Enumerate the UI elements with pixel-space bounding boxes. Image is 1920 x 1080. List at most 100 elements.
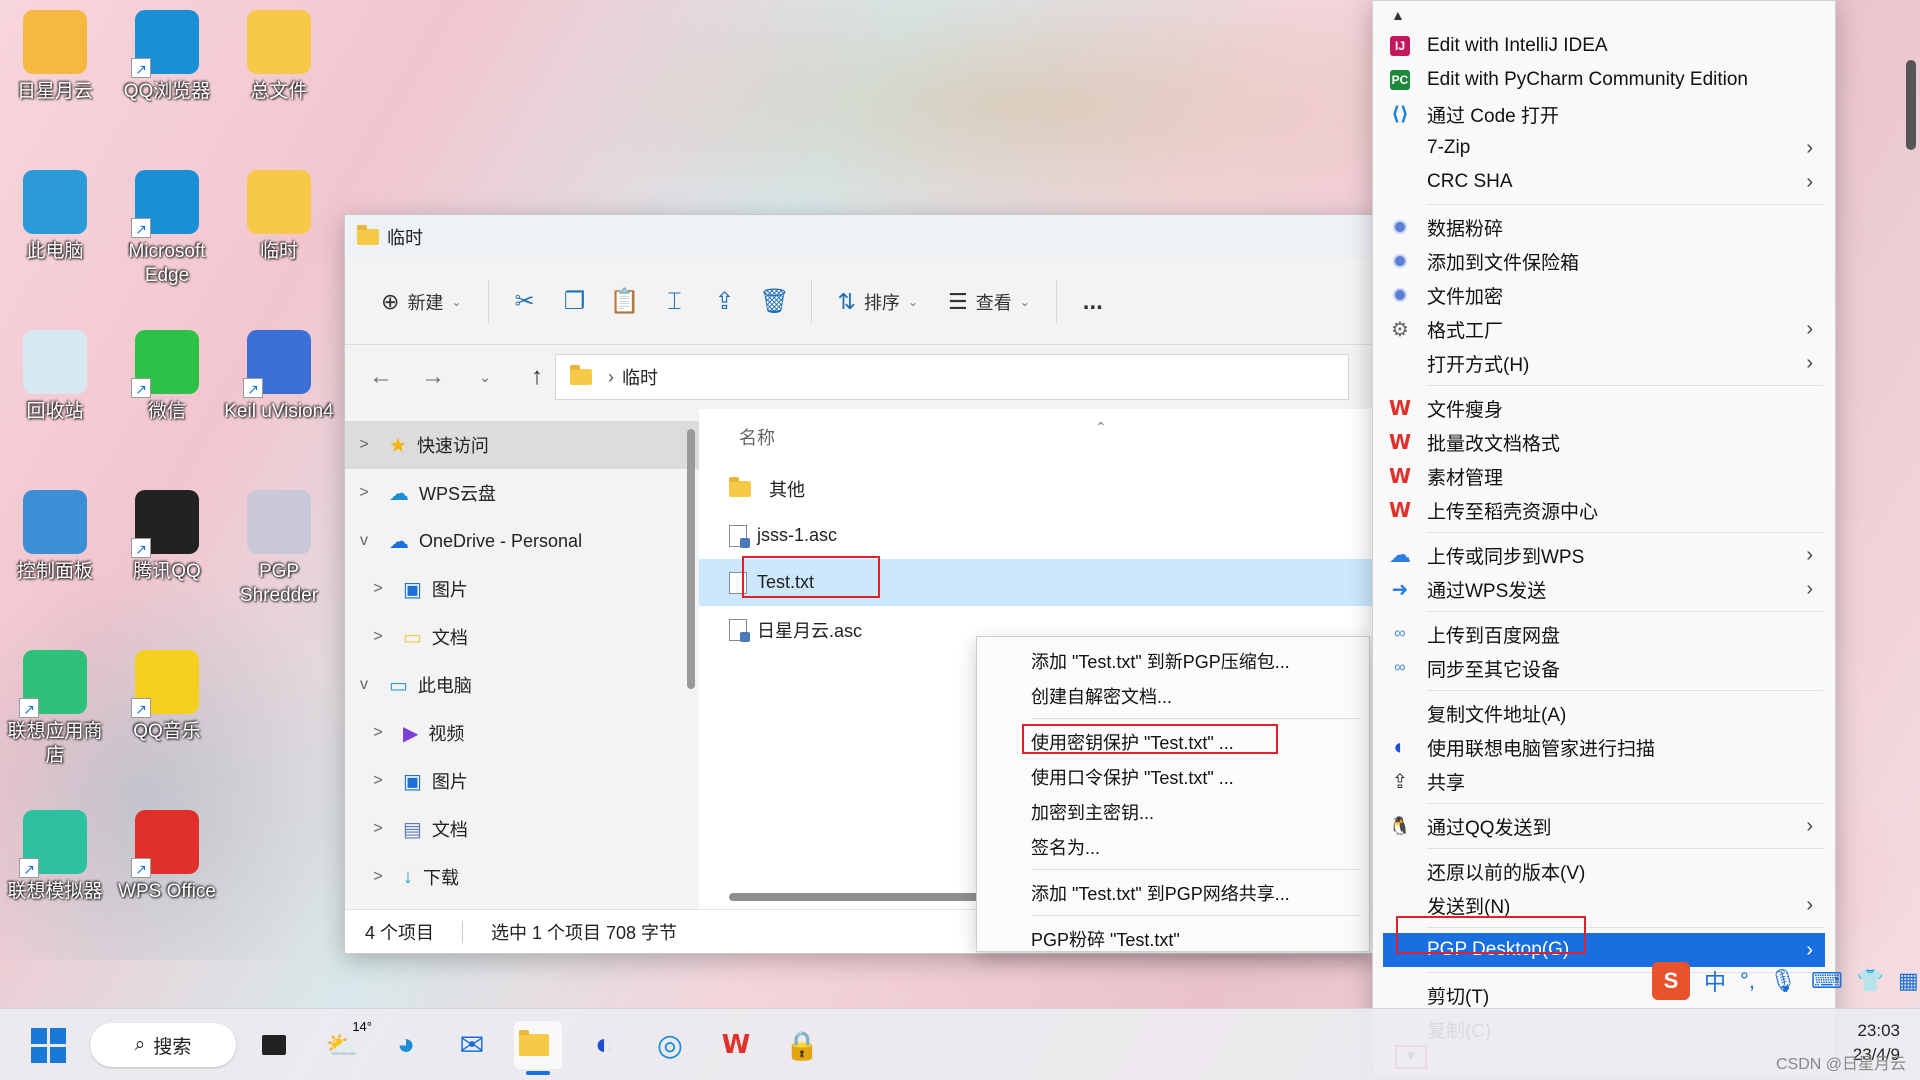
context-menu-item[interactable]: PC Edit with PyCharm Community Edition	[1373, 63, 1835, 97]
context-menu-item[interactable]: 数据粉碎	[1373, 210, 1835, 244]
pgp-submenu-item[interactable]: 加密到主密钥...	[977, 794, 1369, 829]
nav-item[interactable]: v ▭ 此电脑	[345, 661, 699, 709]
desktop-icon[interactable]: 日星月云	[0, 10, 110, 104]
context-menu-item[interactable]: 还原以前的版本(V)	[1373, 854, 1835, 888]
keyboard-icon[interactable]: ⌨	[1811, 968, 1843, 994]
context-menu-item[interactable]: W 上传至稻壳资源中心	[1373, 493, 1835, 527]
new-button[interactable]: ⊕ 新建 ⌄	[369, 280, 474, 324]
page-scrollbar[interactable]	[1906, 60, 1916, 150]
start-button[interactable]	[24, 1021, 72, 1069]
context-menu-item[interactable]: 添加到文件保险箱	[1373, 244, 1835, 278]
desktop-icon[interactable]: ↗ 联想应用商店	[0, 650, 110, 768]
desktop-icon[interactable]: 总文件	[224, 10, 334, 104]
weather-widget[interactable]: ⛅ 14°	[318, 1019, 372, 1069]
expand-chevron-icon[interactable]: >	[349, 484, 379, 502]
context-menu-item[interactable]: ☁ 上传或同步到WPS ›	[1373, 538, 1835, 572]
context-menu-item[interactable]: ∞ 同步至其它设备	[1373, 651, 1835, 685]
expand-chevron-icon[interactable]: >	[363, 868, 393, 886]
context-menu-item[interactable]: 文件加密	[1373, 278, 1835, 312]
desktop-icon[interactable]: ↗ QQ浏览器	[112, 10, 222, 104]
nav-item[interactable]: > ▣ 图片	[345, 565, 699, 613]
desktop-icon[interactable]: ↗ Keil uVision4	[224, 330, 334, 424]
nav-item[interactable]: > ▭ 文档	[345, 613, 699, 661]
address-bar[interactable]: › 临时	[555, 354, 1349, 400]
qq-browser-icon[interactable]: ◎	[646, 1021, 694, 1069]
desktop-icon[interactable]: PGP Shredder	[224, 490, 334, 608]
desktop-icon[interactable]: ↗ 联想模拟器	[0, 810, 110, 904]
context-menu-item[interactable]: ➜ 通过WPS发送 ›	[1373, 572, 1835, 606]
title-bar[interactable]: 临时	[345, 215, 1373, 259]
pgp-submenu-item[interactable]: 使用口令保护 "Test.txt" ...	[977, 759, 1369, 794]
skin-icon[interactable]: 👕	[1857, 968, 1884, 994]
context-menu-item[interactable]: ⇪ 共享	[1373, 764, 1835, 798]
context-menu-item[interactable]: CRC SHA ›	[1373, 165, 1835, 199]
pgp-submenu-item[interactable]: 添加 "Test.txt" 到PGP网络共享...	[977, 875, 1369, 910]
context-menu-item[interactable]: ∞ 上传到百度网盘	[1373, 617, 1835, 651]
pgp-submenu-item[interactable]: 创建自解密文档...	[977, 678, 1369, 713]
nav-item[interactable]: > ★ 快速访问	[345, 421, 699, 469]
taskbar-search[interactable]: ⌕ 搜索	[90, 1023, 236, 1067]
sort-button[interactable]: ⇅ 排序 ⌄	[826, 280, 931, 324]
desktop-icon[interactable]: ↗ Microsoft Edge	[112, 170, 222, 288]
context-menu-item[interactable]: W 文件瘦身	[1373, 391, 1835, 425]
context-menu-item[interactable]: 发送到(N) ›	[1373, 888, 1835, 922]
context-menu-item[interactable]: W 素材管理	[1373, 459, 1835, 493]
breadcrumb-current[interactable]: 临时	[622, 364, 658, 390]
context-menu-item[interactable]: ⟨⟩ 通过 Code 打开	[1373, 97, 1835, 131]
pgp-submenu-item[interactable]: 签名为...	[977, 829, 1369, 864]
file-row[interactable]: 其他	[699, 465, 1373, 512]
desktop-icon[interactable]: ↗ QQ音乐	[112, 650, 222, 744]
file-row[interactable]: Test.txt	[699, 559, 1373, 606]
pgp-submenu-item[interactable]: PGP粉碎 "Test.txt"	[977, 921, 1369, 956]
nav-item[interactable]: v ☁ OneDrive - Personal	[345, 517, 699, 565]
cut-icon[interactable]: ✂	[503, 280, 547, 324]
share-icon[interactable]: ⇪	[703, 280, 747, 324]
expand-chevron-icon[interactable]: >	[363, 580, 393, 598]
rename-icon[interactable]: ⌶	[653, 280, 697, 324]
context-menu-item[interactable]: IJ Edit with IntelliJ IDEA	[1373, 29, 1835, 63]
desktop-icon[interactable]: ↗ 腾讯QQ	[112, 490, 222, 584]
desktop-icon[interactable]: 临时	[224, 170, 334, 264]
expand-chevron-icon[interactable]: >	[363, 628, 393, 646]
expand-chevron-icon[interactable]: >	[363, 772, 393, 790]
nav-item[interactable]: > ☁ WPS云盘	[345, 469, 699, 517]
horizontal-scrollbar[interactable]	[729, 893, 989, 901]
delete-icon[interactable]: 🗑	[753, 280, 797, 324]
paste-icon[interactable]: 📋	[603, 280, 647, 324]
desktop-icon[interactable]: 回收站	[0, 330, 110, 424]
nav-item[interactable]: > ▣ 图片	[345, 757, 699, 805]
nav-item[interactable]: > ▶ 视频	[345, 709, 699, 757]
back-arrow-icon[interactable]: ←	[359, 363, 403, 391]
nav-item[interactable]: > ↓ 下载	[345, 853, 699, 901]
file-row[interactable]: jsss-1.asc	[699, 512, 1373, 559]
pgp-submenu-item[interactable]: 使用密钥保护 "Test.txt" ...	[977, 724, 1369, 759]
up-arrow-icon[interactable]: ↑	[515, 363, 559, 391]
expand-chevron-icon[interactable]: v	[349, 676, 379, 694]
context-menu-item[interactable]: 复制文件地址(A)	[1373, 696, 1835, 730]
toolbox-grid-icon[interactable]: ▦	[1898, 968, 1919, 994]
wps-taskbar-icon[interactable]: W	[712, 1021, 760, 1069]
context-menu-item[interactable]: 打开方式(H) ›	[1373, 346, 1835, 380]
recent-locations-chevron-icon[interactable]: ⌄	[463, 369, 507, 386]
desktop-icon[interactable]: 此电脑	[0, 170, 110, 264]
ime-punctuation[interactable]: °,	[1740, 968, 1755, 994]
context-menu-item[interactable]: 🐧 通过QQ发送到 ›	[1373, 809, 1835, 843]
pgp-submenu-item[interactable]: 添加 "Test.txt" 到新PGP压缩包...	[977, 643, 1369, 678]
context-menu-item[interactable]: ⚙ 格式工厂 ›	[1373, 312, 1835, 346]
ime-language[interactable]: 中	[1704, 965, 1726, 997]
sogou-ime-icon[interactable]: S	[1652, 962, 1690, 1000]
desktop-icon[interactable]: 控制面板	[0, 490, 110, 584]
task-view-icon[interactable]	[250, 1021, 298, 1069]
expand-chevron-icon[interactable]: >	[363, 724, 393, 742]
context-menu-item[interactable]: ◐ 使用联想电脑管家进行扫描	[1373, 730, 1835, 764]
mail-icon[interactable]: ✉	[448, 1021, 496, 1069]
desktop-icon[interactable]: ↗ 微信	[112, 330, 222, 424]
expand-chevron-icon[interactable]: >	[363, 820, 393, 838]
pgp-lock-icon[interactable]: 🔒	[778, 1021, 826, 1069]
desktop-icon[interactable]: ↗ WPS Office	[112, 810, 222, 904]
expand-chevron-icon[interactable]: v	[349, 532, 379, 550]
expand-chevron-icon[interactable]: >	[349, 436, 379, 454]
nav-pane-scrollbar[interactable]	[687, 429, 695, 689]
scroll-up-arrow-icon[interactable]: ▲	[1391, 7, 1405, 23]
context-menu-item[interactable]: W 批量改文档格式	[1373, 425, 1835, 459]
